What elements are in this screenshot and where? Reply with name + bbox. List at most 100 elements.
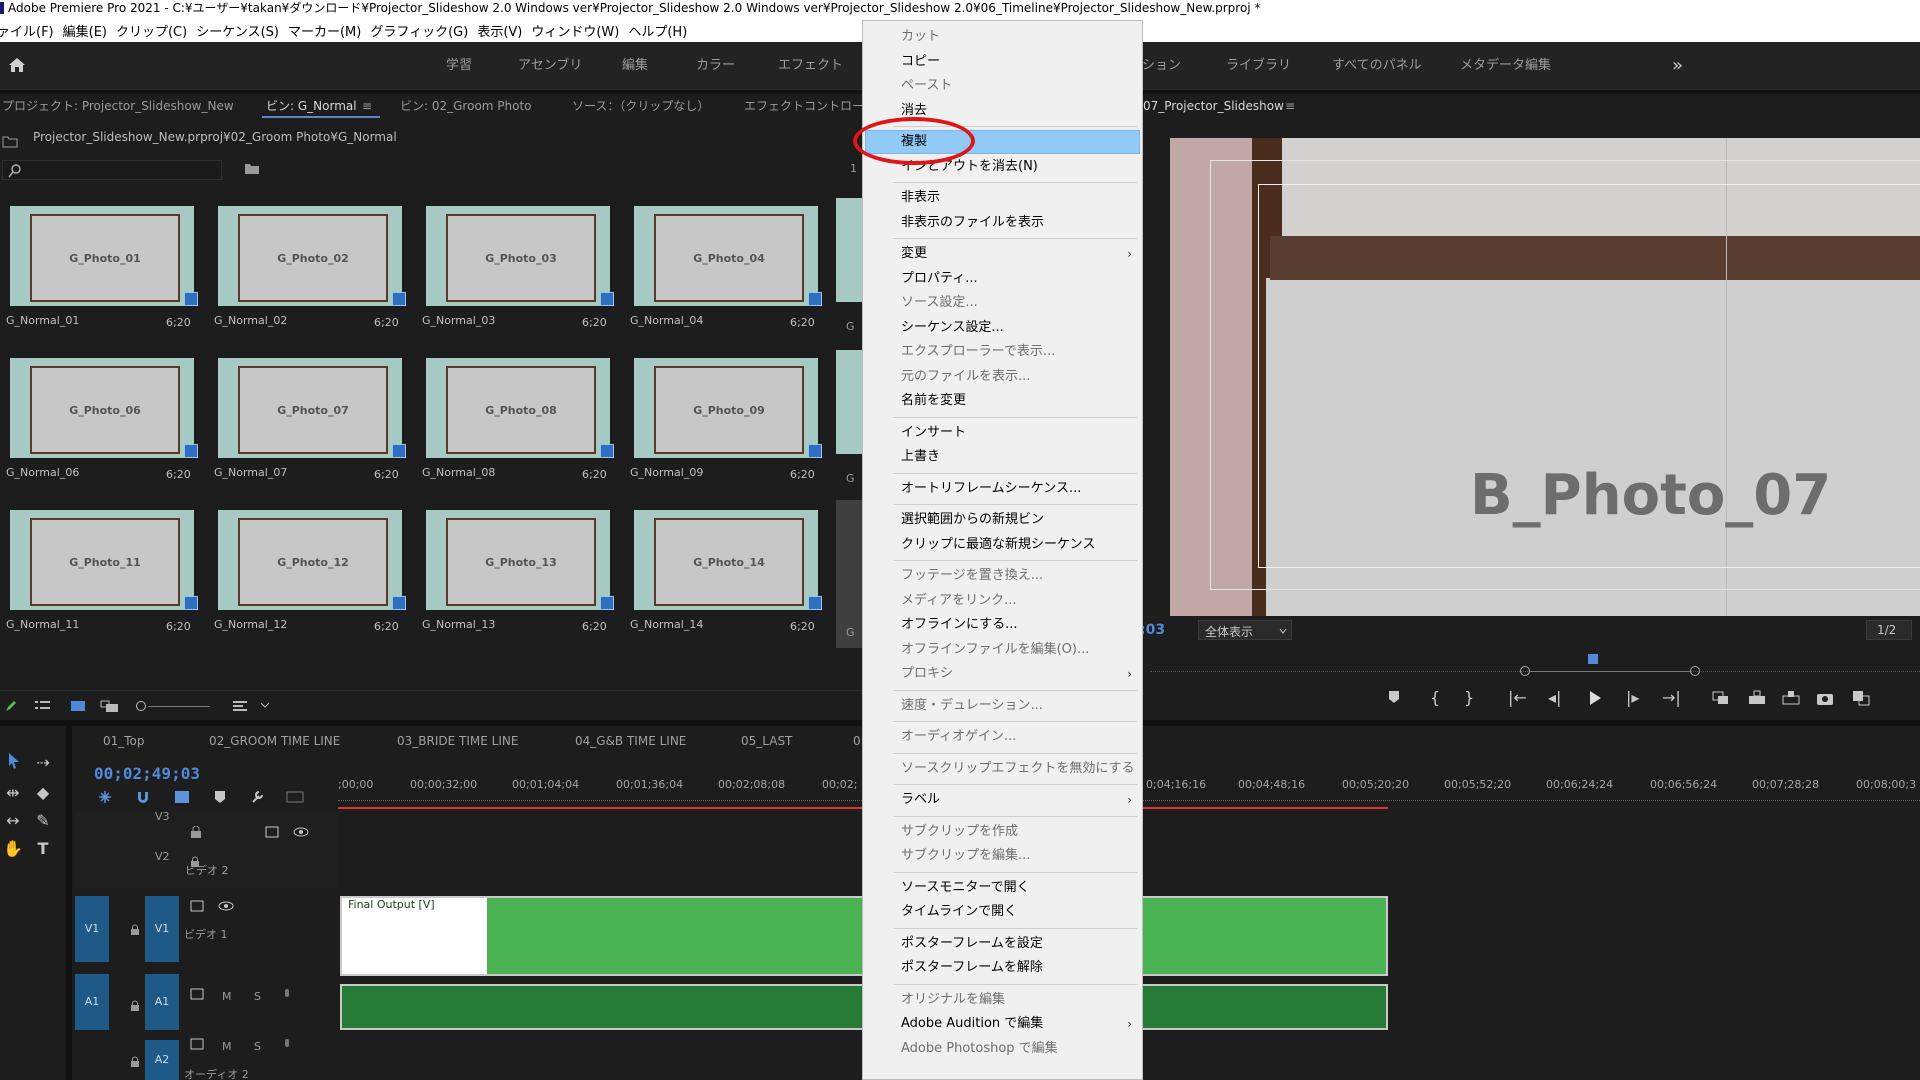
context-menu-item[interactable]: 速度・デュレーション... bbox=[863, 694, 1142, 718]
go-to-in-icon[interactable]: |← bbox=[1508, 688, 1527, 707]
menu-graphics[interactable]: グラフィック(G) bbox=[370, 21, 477, 40]
context-menu-item[interactable]: オリジナルを編集 bbox=[863, 988, 1142, 1012]
home-icon[interactable] bbox=[6, 54, 28, 76]
slip-tool-icon[interactable]: ↔ bbox=[2, 810, 24, 832]
tab-bin-g-normal[interactable]: ビン: G_Normal bbox=[266, 94, 357, 118]
workspace-assembly[interactable]: アセンブリ bbox=[518, 42, 582, 90]
extract-icon[interactable] bbox=[1748, 690, 1766, 706]
icon-view-icon[interactable] bbox=[70, 699, 86, 713]
source-patch-a1[interactable]: A1 bbox=[75, 974, 109, 1030]
lock-icon[interactable] bbox=[129, 1000, 141, 1012]
context-menu-item[interactable]: カット bbox=[863, 25, 1142, 49]
partial-thumb[interactable] bbox=[836, 198, 862, 302]
track-select-tool-icon[interactable]: ⇢ bbox=[32, 752, 54, 774]
sync-lock-icon[interactable] bbox=[190, 988, 206, 1000]
mute-button[interactable]: M bbox=[222, 1040, 232, 1053]
context-menu-item[interactable]: コピー bbox=[863, 50, 1142, 74]
track-target-a1[interactable]: A1 bbox=[145, 974, 179, 1030]
bin-item[interactable]: G_Photo_12 G_Normal_12 6;20 bbox=[210, 508, 406, 648]
list-view-icon[interactable] bbox=[34, 699, 52, 713]
razor-tool-icon[interactable]: ◆ bbox=[32, 782, 54, 804]
bin-item[interactable]: G_Photo_06 G_Normal_06 6;20 bbox=[2, 356, 198, 496]
captions-icon[interactable] bbox=[286, 790, 304, 804]
step-forward-icon[interactable]: |▸ bbox=[1626, 688, 1639, 707]
track-target-v2[interactable]: V2 bbox=[155, 850, 170, 863]
go-to-out-icon[interactable]: →| bbox=[1662, 688, 1681, 707]
bin-item[interactable]: G_Photo_08 G_Normal_08 6;20 bbox=[418, 356, 614, 496]
nest-icon[interactable] bbox=[98, 790, 112, 804]
add-marker-icon[interactable] bbox=[1388, 690, 1400, 704]
chevron-down-icon[interactable] bbox=[260, 701, 270, 709]
context-menu-item[interactable]: オーディオゲイン... bbox=[863, 725, 1142, 749]
tab-seq-bride[interactable]: 03_BRIDE TIME LINE bbox=[397, 734, 518, 748]
context-menu-item[interactable]: 非表示 bbox=[863, 186, 1142, 210]
tab-seq-partial[interactable]: 0 bbox=[853, 734, 861, 748]
context-menu-item[interactable]: 上書き bbox=[863, 445, 1142, 469]
lock-icon[interactable] bbox=[129, 924, 141, 936]
step-back-icon[interactable]: ◂| bbox=[1548, 688, 1561, 707]
play-icon[interactable] bbox=[1588, 690, 1602, 706]
sync-lock-icon[interactable] bbox=[190, 900, 206, 912]
context-menu-item[interactable]: プロパティ... bbox=[863, 267, 1142, 291]
context-menu-item[interactable]: サブクリップを編集... bbox=[863, 844, 1142, 868]
hand-tool-icon[interactable]: ✋ bbox=[2, 838, 24, 860]
panel-divider[interactable] bbox=[66, 726, 72, 1080]
pencil-icon[interactable] bbox=[4, 699, 18, 713]
marker-icon[interactable] bbox=[214, 790, 226, 804]
context-menu-item[interactable]: ペースト bbox=[863, 74, 1142, 98]
folder-up-icon[interactable] bbox=[2, 134, 18, 148]
bin-item[interactable]: G_Photo_11 G_Normal_11 6;20 bbox=[2, 508, 198, 648]
microphone-icon[interactable] bbox=[282, 1038, 292, 1052]
context-menu-item[interactable]: フッテージを置き換え... bbox=[863, 564, 1142, 588]
context-menu-item[interactable]: Adobe Photoshop で編集 bbox=[863, 1037, 1142, 1061]
lock-icon[interactable] bbox=[189, 826, 203, 838]
playhead[interactable] bbox=[1588, 654, 1598, 664]
tab-program-sequence[interactable]: 07_Projector_Slideshow bbox=[1143, 94, 1284, 118]
bin-item[interactable]: G_Photo_07 G_Normal_07 6;20 bbox=[210, 356, 406, 496]
workspace-partial[interactable]: ション bbox=[1142, 42, 1181, 90]
context-menu-item[interactable]: 変更 › bbox=[863, 242, 1142, 266]
workspace-editing[interactable]: 編集 bbox=[622, 42, 648, 90]
zoom-bar[interactable] bbox=[1520, 666, 1700, 676]
context-menu-item[interactable]: ラベル › bbox=[863, 788, 1142, 812]
eye-icon[interactable] bbox=[293, 826, 309, 838]
bin-item[interactable]: G_Photo_04 G_Normal_04 6;20 bbox=[626, 204, 822, 344]
bin-item[interactable]: G_Photo_01 G_Normal_01 6;20 bbox=[2, 204, 198, 344]
tab-effect-controls[interactable]: エフェクトコントロー bbox=[744, 94, 864, 118]
bin-item[interactable]: G_Photo_02 G_Normal_02 6;20 bbox=[210, 204, 406, 344]
ripple-edit-tool-icon[interactable]: ⇹ bbox=[2, 782, 24, 804]
wrench-icon[interactable] bbox=[250, 790, 264, 804]
menu-help[interactable]: ヘルプ(H) bbox=[628, 21, 696, 40]
workspace-color[interactable]: カラー bbox=[696, 42, 735, 90]
export-frame-icon[interactable] bbox=[1782, 690, 1800, 706]
lock-icon[interactable] bbox=[129, 1056, 141, 1068]
zoom-slider[interactable] bbox=[136, 699, 212, 713]
program-monitor-viewer[interactable]: B_Photo_07 bbox=[1170, 138, 1920, 616]
bin-item[interactable]: G_Photo_14 G_Normal_14 6;20 bbox=[626, 508, 822, 648]
context-menu-item[interactable]: 選択範囲からの新規ビン bbox=[863, 508, 1142, 532]
workspace-effects[interactable]: エフェクト bbox=[778, 42, 843, 90]
menu-file[interactable]: ァイル(F) bbox=[0, 21, 63, 40]
context-menu-item[interactable]: インサート bbox=[863, 421, 1142, 445]
bin-item[interactable]: G_Photo_03 G_Normal_03 6;20 bbox=[418, 204, 614, 344]
linked-selection-icon[interactable] bbox=[174, 790, 190, 804]
source-patch-v1[interactable]: V1 bbox=[75, 896, 109, 962]
context-menu-item[interactable]: サブクリップを作成 bbox=[863, 820, 1142, 844]
context-menu-item[interactable]: プロキシ › bbox=[863, 662, 1142, 686]
more-workspaces-icon[interactable]: » bbox=[1672, 42, 1683, 90]
context-menu-item[interactable]: エクスプローラーで表示... bbox=[863, 340, 1142, 364]
lift-icon[interactable] bbox=[1712, 690, 1730, 706]
solo-button[interactable]: S bbox=[254, 990, 261, 1003]
context-menu-item[interactable]: タイムラインで開く bbox=[863, 900, 1142, 924]
workspace-all-panels[interactable]: すべてのパネル bbox=[1332, 42, 1422, 90]
tab-menu-icon[interactable]: ≡ bbox=[362, 94, 372, 118]
sync-lock-icon[interactable] bbox=[265, 826, 281, 838]
context-menu-item[interactable]: ソース設定... bbox=[863, 291, 1142, 315]
solo-button[interactable]: S bbox=[254, 1040, 261, 1053]
context-menu-item[interactable]: 元のファイルを表示... bbox=[863, 365, 1142, 389]
type-tool-icon[interactable]: T bbox=[32, 838, 54, 860]
tab-seq-last[interactable]: 05_LAST bbox=[741, 734, 792, 748]
sort-icon[interactable] bbox=[232, 699, 250, 713]
compare-icon[interactable] bbox=[1852, 690, 1870, 706]
mute-button[interactable]: M bbox=[222, 990, 232, 1003]
